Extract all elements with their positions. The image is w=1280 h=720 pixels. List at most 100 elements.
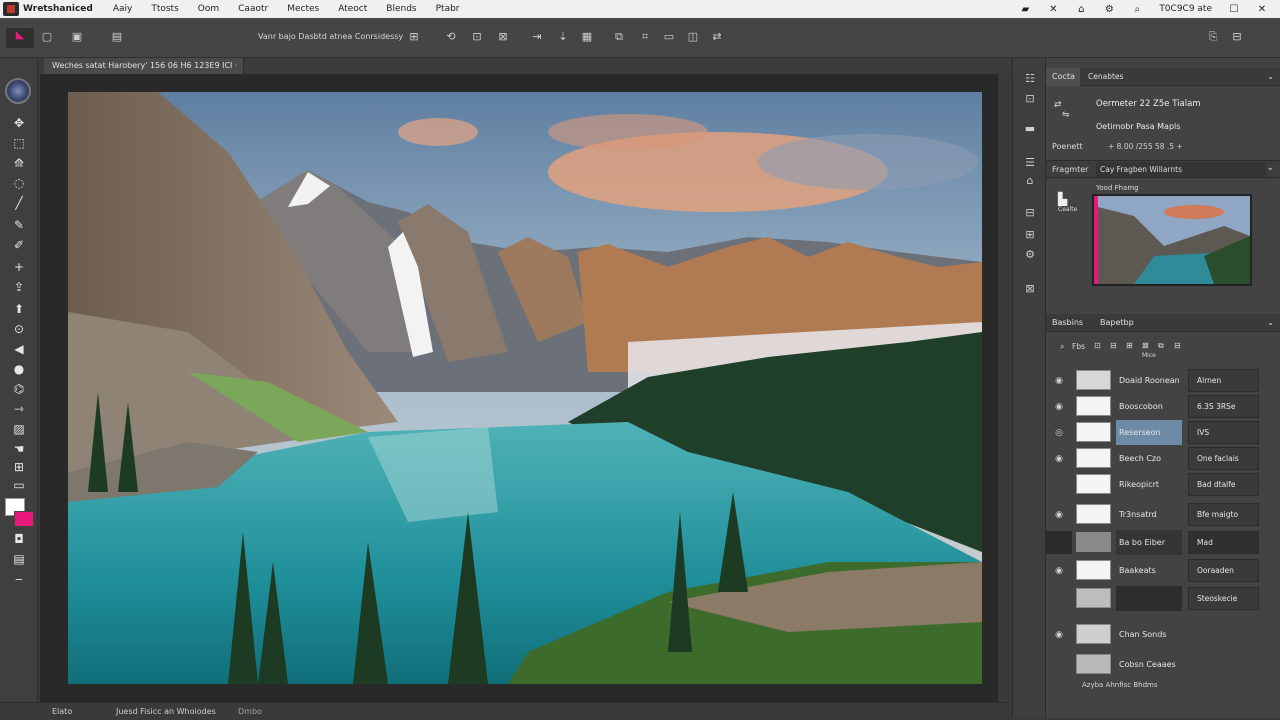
- close-icon[interactable]: ✕: [1047, 4, 1059, 15]
- flip-horizontal-icon[interactable]: ⇥: [530, 30, 544, 44]
- menu-aaiy[interactable]: Aaiy: [113, 4, 133, 14]
- folder-icon[interactable]: ▰: [1019, 4, 1031, 15]
- layer-right-cell[interactable]: 6.3S 3RSe: [1188, 395, 1259, 418]
- pencil-tool-icon[interactable]: ✎: [9, 216, 29, 234]
- tab-cenabtes[interactable]: Cenabtes: [1088, 68, 1123, 86]
- menu-mectes[interactable]: Mectes: [287, 4, 319, 14]
- path-tool-icon[interactable]: ⇾: [9, 400, 29, 418]
- history-icon[interactable]: ☷: [1023, 72, 1037, 86]
- eye-icon[interactable]: ◉: [1053, 565, 1065, 577]
- chevron-down-icon[interactable]: ⌄: [1267, 68, 1274, 86]
- pen-tool-icon[interactable]: ⬆: [9, 300, 29, 318]
- tool-preset-icon[interactable]: ◣: [6, 28, 34, 48]
- menu-blends[interactable]: Blends: [386, 4, 416, 14]
- layer-icon[interactable]: ⧉: [612, 30, 626, 44]
- layer-row[interactable]: ◉ Tr3nsatrd Bfe maigto: [1046, 502, 1280, 527]
- marquee-tool-icon[interactable]: ⬚: [9, 134, 29, 152]
- minimize-icon[interactable]: ☐: [1228, 4, 1240, 15]
- filter-shape-icon[interactable]: ⊠: [1142, 341, 1149, 350]
- layer-row[interactable]: Ba bo Eiber Mad: [1046, 530, 1280, 555]
- chevron-down-icon[interactable]: ⌄: [1267, 314, 1274, 332]
- tab-cocta[interactable]: Cocta: [1046, 68, 1080, 86]
- warp-icon[interactable]: ⊠: [496, 30, 510, 44]
- libraries-icon[interactable]: ☰: [1023, 156, 1037, 170]
- channels-icon[interactable]: ⊟: [1023, 206, 1037, 220]
- layer-right-cell[interactable]: Alrnen: [1188, 369, 1259, 392]
- window-close-icon[interactable]: ✕: [1256, 4, 1268, 15]
- type-tool-icon[interactable]: ⌬: [9, 380, 29, 398]
- tab-bapetbp[interactable]: Bapetbp: [1100, 314, 1134, 332]
- blur-tool-icon[interactable]: ●: [9, 360, 29, 378]
- swatches-icon[interactable]: ⌂: [1023, 174, 1037, 188]
- link-icon[interactable]: ⇄: [710, 30, 724, 44]
- share-icon[interactable]: ⎘: [1206, 30, 1220, 44]
- layer-right-cell[interactable]: Mad: [1188, 531, 1259, 554]
- mask-icon[interactable]: ◫: [686, 30, 700, 44]
- layer-row[interactable]: Steoskecie: [1046, 586, 1280, 611]
- crop-icon[interactable]: ⌗: [638, 30, 652, 44]
- layer-right-cell[interactable]: One faclais: [1188, 447, 1259, 470]
- dodge-tool-icon[interactable]: ⊙: [9, 320, 29, 338]
- shape-tool-icon[interactable]: ▨: [9, 420, 29, 438]
- save-icon[interactable]: ▣: [70, 30, 84, 44]
- rotate-icon[interactable]: ⟲: [444, 30, 458, 44]
- quick-select-icon[interactable]: ◌: [9, 174, 29, 192]
- navigator-preview[interactable]: [1092, 194, 1252, 286]
- layer-row-selected[interactable]: ◎ Reserseon IVS: [1046, 420, 1280, 445]
- filter-icon[interactable]: ⌕: [1060, 342, 1064, 352]
- hand-tool-icon[interactable]: ☚: [9, 440, 29, 458]
- frame-icon[interactable]: ▭: [662, 30, 676, 44]
- zoom-tool-icon[interactable]: ⊞: [9, 458, 29, 476]
- styles-icon[interactable]: ⚙: [1023, 248, 1037, 262]
- layer-right-cell[interactable]: IVS: [1188, 421, 1259, 444]
- flip-vertical-icon[interactable]: ⇣: [556, 30, 570, 44]
- layer-row[interactable]: ◉ Booscobon 6.3S 3RSe: [1046, 394, 1280, 419]
- filter-pixel-icon[interactable]: ⊡: [1094, 341, 1101, 350]
- chevron-down-icon[interactable]: ⌄: [1266, 163, 1274, 173]
- settings-icon[interactable]: ⚙: [1103, 4, 1115, 15]
- heal-tool-icon[interactable]: +: [9, 258, 29, 276]
- eye-icon[interactable]: ◉: [1053, 629, 1065, 641]
- menu-ttosts[interactable]: Ttosts: [151, 4, 178, 14]
- layer-right-cell[interactable]: Ooraaden: [1188, 559, 1259, 582]
- layer-right-cell[interactable]: Bad dtalfe: [1188, 473, 1259, 496]
- menu-ptabr[interactable]: Ptabr: [436, 4, 460, 14]
- layer-right-cell[interactable]: Bfe maigto: [1188, 503, 1259, 526]
- background-color-swatch[interactable]: [14, 511, 34, 527]
- filter-smart-icon[interactable]: ⧉: [1158, 341, 1164, 351]
- layer-row[interactable]: ◉ Baakeats Ooraaden: [1046, 558, 1280, 583]
- align-icon[interactable]: ⊞: [407, 30, 421, 44]
- gradient-tool-icon[interactable]: ◀: [9, 340, 29, 358]
- filter-lock-icon[interactable]: ⊟: [1174, 341, 1181, 350]
- home-icon[interactable]: ⌂: [1075, 4, 1087, 15]
- menu-ateoct[interactable]: Ateoct: [338, 4, 367, 14]
- tab-basbins[interactable]: Basbins: [1052, 314, 1083, 332]
- screen-mode-icon[interactable]: ▤: [9, 550, 29, 568]
- frame-tool-icon[interactable]: ▭: [9, 476, 29, 494]
- layer-row[interactable]: Rikeopicrt Bad dtalfe: [1046, 472, 1280, 497]
- more-tools-icon[interactable]: ‒: [9, 570, 29, 588]
- eye-icon[interactable]: ◉: [1053, 375, 1065, 387]
- adjustments-icon[interactable]: ▬: [1023, 122, 1037, 136]
- tab-document[interactable]: Weches satat Harobery' 156 06 H6 123E9 I…: [44, 58, 244, 74]
- clone-tool-icon[interactable]: ⇪: [9, 278, 29, 296]
- account-icon[interactable]: ⊟: [1230, 30, 1244, 44]
- filter-adjust-icon[interactable]: ⊟: [1110, 341, 1117, 350]
- eraser-tool-icon[interactable]: ✐: [9, 236, 29, 254]
- layer-row[interactable]: ◉ Chan Sonds: [1046, 622, 1280, 647]
- canvas-photo[interactable]: [68, 92, 982, 684]
- brush-tool-icon[interactable]: ╱: [9, 194, 29, 212]
- search-icon[interactable]: ⌕: [1131, 4, 1143, 15]
- layer-row[interactable]: ◉ Beech Czo One faclais: [1046, 446, 1280, 471]
- properties-icon[interactable]: ⊡: [1023, 92, 1037, 106]
- lasso-tool-icon[interactable]: ⟰: [9, 154, 29, 172]
- filter-type-icon[interactable]: ⊞: [1126, 341, 1133, 350]
- layer-right-cell[interactable]: Steoskecie: [1188, 587, 1259, 610]
- eye-icon[interactable]: ◉: [1053, 401, 1065, 413]
- swap-icon[interactable]: ⇄: [1054, 100, 1062, 110]
- transform-icon[interactable]: ⊡: [470, 30, 484, 44]
- new-icon[interactable]: ▢: [40, 30, 54, 44]
- eye-icon[interactable]: ◎: [1053, 427, 1065, 439]
- brushes-icon[interactable]: ⊠: [1023, 282, 1037, 296]
- fragment-select[interactable]: Cay Fragben Willarnts: [1096, 162, 1266, 177]
